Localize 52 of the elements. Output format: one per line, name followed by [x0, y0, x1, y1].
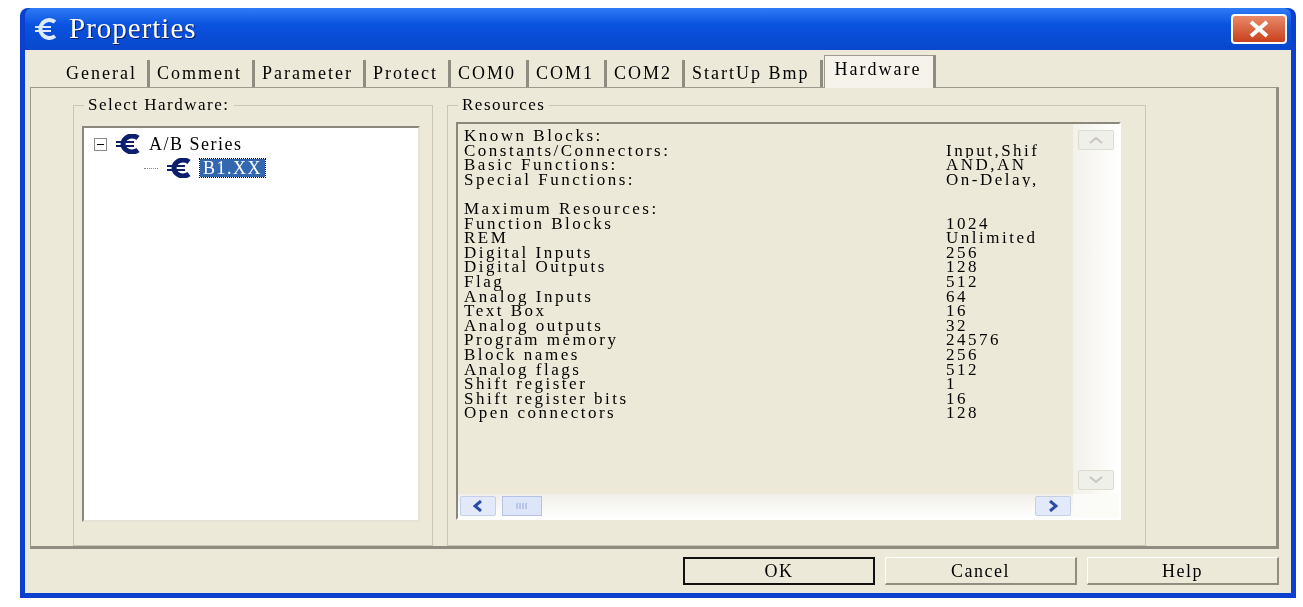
horizontal-scrollbar[interactable] — [458, 494, 1073, 518]
resource-value: 16 — [946, 391, 968, 407]
resource-label: REM — [464, 231, 509, 246]
collapse-icon[interactable] — [94, 137, 107, 151]
resource-value: Unlimited — [946, 231, 1039, 246]
resource-label: Special Functions: — [464, 172, 637, 188]
resource-label: Analog outputs — [464, 318, 605, 334]
tab[interactable]: Hardware — [823, 55, 937, 88]
resource-value: 64 — [946, 289, 968, 305]
resource-label: Shift register — [464, 377, 589, 392]
resource-value: 512 — [946, 362, 980, 378]
resource-value: 128 — [946, 260, 980, 275]
resource-label: Digital Inputs — [464, 245, 593, 261]
resource-value: 32 — [946, 318, 968, 334]
window-title: Properties — [69, 11, 197, 47]
resource-value: 24576 — [946, 333, 1002, 348]
scroll-down-button[interactable] — [1078, 470, 1114, 490]
resource-label: Constants/Connectors: — [464, 143, 672, 159]
resource-label: Open connectors — [464, 406, 617, 421]
resource-label: Function Blocks — [464, 216, 614, 232]
resource-label: Analog Inputs — [464, 289, 595, 305]
close-icon — [1248, 20, 1270, 38]
resource-value: 16 — [946, 304, 969, 319]
resource-value: 128 — [946, 406, 980, 421]
tree-item[interactable]: B1.XX — [200, 159, 265, 177]
resource-label: Analog flags — [464, 362, 582, 378]
resource-label: Digital Outputs — [464, 260, 608, 275]
resource-value: AND,AN — [946, 158, 1027, 173]
resource-label: Flag — [464, 274, 505, 290]
scroll-left-button[interactable] — [460, 496, 496, 516]
scroll-up-button[interactable] — [1078, 130, 1114, 150]
resource-value: 256 — [946, 245, 979, 261]
tree-item[interactable]: A/B Series — [149, 130, 243, 158]
resource-value: 512 — [946, 274, 980, 290]
section-heading: Maximum Resources: — [464, 201, 660, 217]
resource-value: 1024 — [946, 216, 990, 232]
dialog-button[interactable]: OK — [683, 557, 875, 585]
section-heading: Known Blocks: — [464, 129, 604, 144]
resource-label: Block names — [464, 347, 580, 363]
tree-view[interactable]: A/B Series B1.XX — [82, 126, 420, 522]
close-button[interactable] — [1231, 14, 1287, 44]
scroll-right-button[interactable] — [1035, 496, 1071, 516]
grip-icon — [515, 502, 529, 510]
dialog-button[interactable]: Cancel — [885, 557, 1077, 585]
vertical-scrollbar[interactable] — [1073, 124, 1119, 494]
resource-value: 1 — [946, 377, 957, 392]
resource-label: Basic Functions: — [464, 158, 618, 173]
scrollbar-corner — [1073, 494, 1119, 518]
resource-value: 256 — [946, 347, 979, 363]
dialog-button[interactable]: Help — [1087, 557, 1279, 585]
scroll-thumb[interactable] — [502, 496, 542, 516]
resource-label: Text Box — [464, 304, 547, 319]
